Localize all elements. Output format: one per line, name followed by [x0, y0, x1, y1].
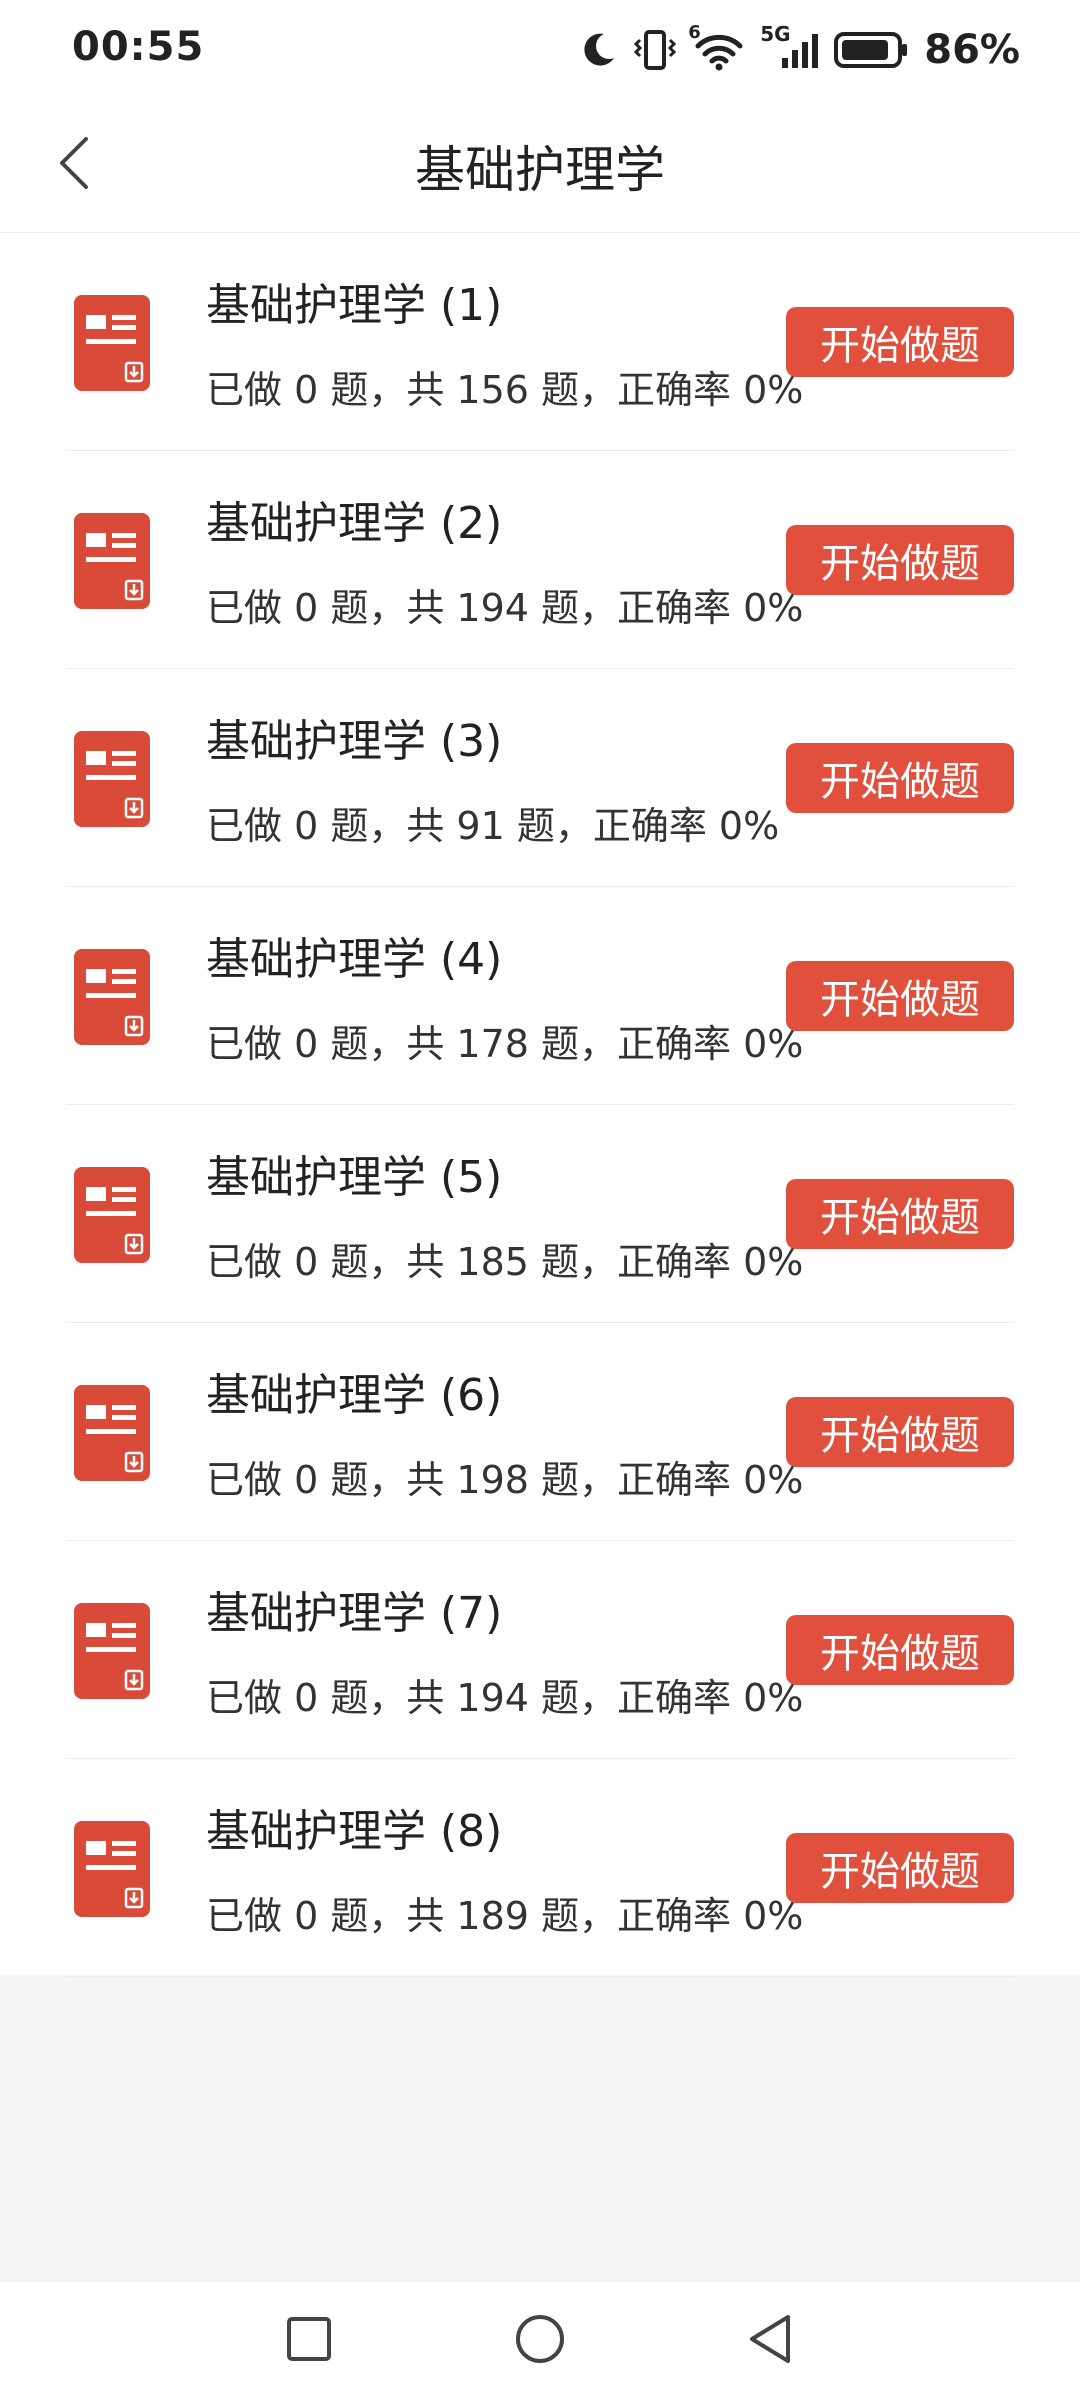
list-item[interactable]: 基础护理学 (8) 已做 0 题，共 189 题，正确率 0% 开始做题: [66, 1759, 1014, 1977]
wifi-label: 6: [688, 22, 701, 43]
quiz-document-icon: [74, 513, 150, 609]
back-triangle-icon: [746, 2313, 796, 2369]
item-progress: 已做 0 题，共 156 题，正确率 0%: [206, 368, 804, 412]
home-circle-icon: [514, 2313, 566, 2369]
status-bar: 00:55 6 5G 86%: [0, 0, 1080, 100]
battery-icon: [834, 30, 910, 70]
quiz-document-icon: [74, 1385, 150, 1481]
system-nav-bar: [0, 2282, 1080, 2400]
item-title: 基础护理学 (5): [206, 1152, 503, 1203]
list-item[interactable]: 基础护理学 (1) 已做 0 题，共 156 题，正确率 0% 开始做题: [66, 233, 1014, 451]
app-bar: 基础护理学: [0, 100, 1080, 233]
item-progress: 已做 0 题，共 178 题，正确率 0%: [206, 1022, 804, 1066]
item-title: 基础护理学 (1): [206, 280, 503, 331]
screen: 00:55 6 5G 86% 基础护理学 基础护理学 (1) 已做 0 题，共 …: [0, 0, 1080, 2400]
quiz-document-icon: [74, 1167, 150, 1263]
start-quiz-button[interactable]: 开始做题: [786, 1615, 1014, 1685]
start-quiz-button[interactable]: 开始做题: [786, 1179, 1014, 1249]
page-title: 基础护理学: [415, 141, 665, 199]
item-progress: 已做 0 题，共 194 题，正确率 0%: [206, 1676, 804, 1720]
quiz-document-icon: [74, 1821, 150, 1917]
start-quiz-button[interactable]: 开始做题: [786, 1397, 1014, 1467]
home-button[interactable]: [505, 2306, 575, 2376]
item-title: 基础护理学 (3): [206, 716, 503, 767]
signal-icon: 5G: [760, 22, 820, 72]
start-quiz-button[interactable]: 开始做题: [786, 743, 1014, 813]
battery-percent: 86%: [924, 27, 1020, 73]
status-time: 00:55: [72, 24, 205, 70]
list-item[interactable]: 基础护理学 (6) 已做 0 题，共 198 题，正确率 0% 开始做题: [66, 1323, 1014, 1541]
quiz-document-icon: [74, 295, 150, 391]
item-title: 基础护理学 (4): [206, 934, 503, 985]
recents-square-icon: [285, 2315, 333, 2367]
item-progress: 已做 0 题，共 198 题，正确率 0%: [206, 1458, 804, 1502]
start-quiz-button[interactable]: 开始做题: [786, 1833, 1014, 1903]
recents-button[interactable]: [274, 2306, 344, 2376]
item-title: 基础护理学 (7): [206, 1588, 503, 1639]
system-back-button[interactable]: [736, 2306, 806, 2376]
item-title: 基础护理学 (8): [206, 1806, 503, 1857]
list-item[interactable]: 基础护理学 (4) 已做 0 题，共 178 题，正确率 0% 开始做题: [66, 887, 1014, 1105]
item-progress: 已做 0 题，共 194 题，正确率 0%: [206, 586, 804, 630]
start-quiz-button[interactable]: 开始做题: [786, 961, 1014, 1031]
item-progress: 已做 0 题，共 189 题，正确率 0%: [206, 1894, 804, 1938]
list-item[interactable]: 基础护理学 (7) 已做 0 题，共 194 题，正确率 0% 开始做题: [66, 1541, 1014, 1759]
list-item[interactable]: 基础护理学 (5) 已做 0 题，共 185 题，正确率 0% 开始做题: [66, 1105, 1014, 1323]
quiz-document-icon: [74, 949, 150, 1045]
item-progress: 已做 0 题，共 185 题，正确率 0%: [206, 1240, 804, 1284]
start-quiz-button[interactable]: 开始做题: [786, 307, 1014, 377]
chapter-list: 基础护理学 (1) 已做 0 题，共 156 题，正确率 0% 开始做题 基础护…: [0, 233, 1080, 1977]
list-item[interactable]: 基础护理学 (3) 已做 0 题，共 91 题，正确率 0% 开始做题: [66, 669, 1014, 887]
start-quiz-button[interactable]: 开始做题: [786, 525, 1014, 595]
quiz-document-icon: [74, 731, 150, 827]
item-title: 基础护理学 (6): [206, 1370, 503, 1421]
moon-icon: [578, 30, 618, 70]
item-progress: 已做 0 题，共 91 题，正确率 0%: [206, 804, 780, 848]
wifi-icon: 6: [688, 22, 746, 72]
quiz-document-icon: [74, 1603, 150, 1699]
network-label: 5G: [760, 22, 791, 46]
vibrate-icon: [632, 28, 678, 72]
status-icons: 6 5G 86%: [578, 22, 1020, 76]
item-title: 基础护理学 (2): [206, 498, 503, 549]
list-item[interactable]: 基础护理学 (2) 已做 0 题，共 194 题，正确率 0% 开始做题: [66, 451, 1014, 669]
